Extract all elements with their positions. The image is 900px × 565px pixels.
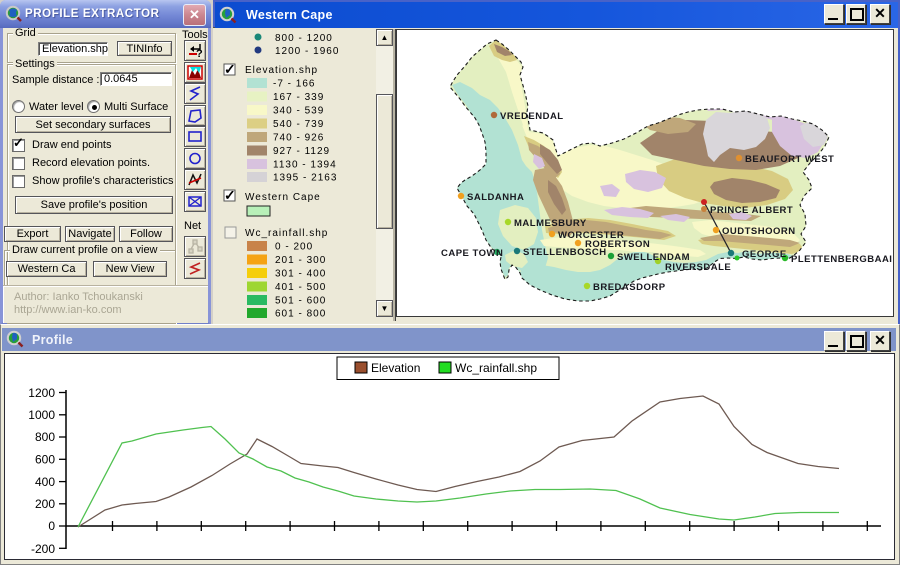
- svg-text:?: ?: [196, 48, 203, 60]
